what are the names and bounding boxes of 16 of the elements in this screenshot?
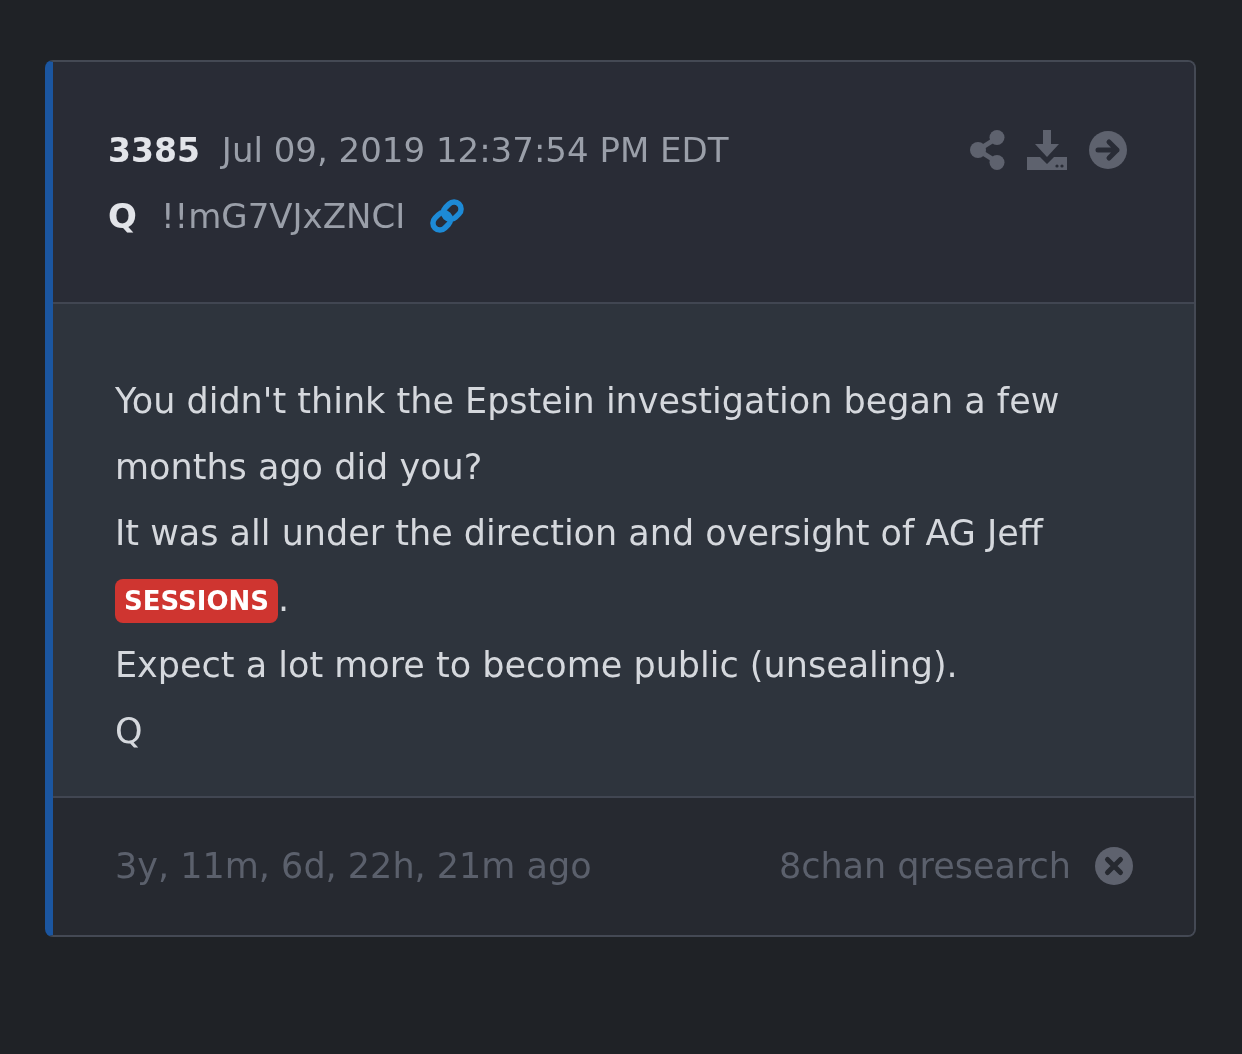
post-number: 3385 [108,130,200,170]
message-text: You didn't think the Epstein investigation began a few months ago did you? [115,381,1060,487]
post-timestamp: Jul 09, 2019 12:37:54 PM EDT [221,130,729,170]
post-age: 3y, 11m, 6d, 22h, 21m ago [115,845,593,888]
author-name: Q [108,196,137,236]
share-icon[interactable] [970,130,1005,170]
arrow-right-circle-icon[interactable] [1089,131,1127,169]
message-text: Q [115,711,143,751]
message-text: It was all under the direction and oversight of AG Jeff [115,513,1043,553]
message-text: Expect a lot more to become public (unsealing). [115,645,958,685]
download-icon[interactable] [1027,130,1067,170]
close-icon[interactable] [1095,847,1133,885]
tripcode: !!mG7VJxZNCI [160,196,406,236]
message-text: . [278,579,290,619]
name-tag: SESSIONS [115,579,279,623]
board-source: 8chan qresearch [778,845,1071,888]
